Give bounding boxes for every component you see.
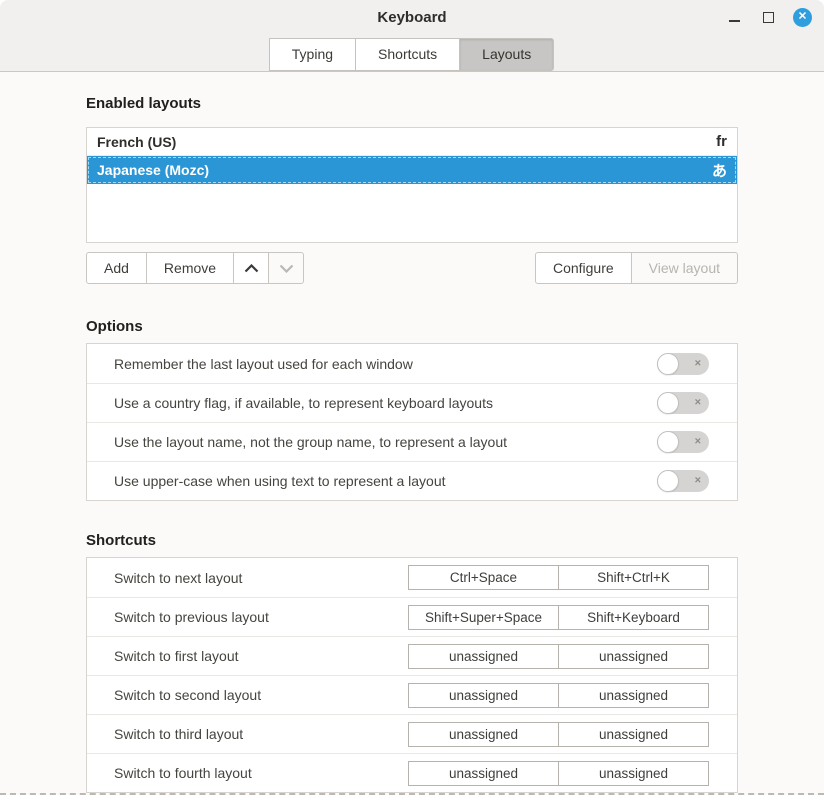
move-down-button[interactable]: [268, 252, 304, 284]
shortcut-label: Switch to previous layout: [114, 609, 269, 625]
option-row: Use the layout name, not the group name,…: [87, 422, 737, 461]
options-list: Remember the last layout used for each w…: [86, 343, 738, 501]
keyboard-settings-window: Keyboard ✕ Typing Shortc: [0, 0, 824, 803]
keybinding-cell-1[interactable]: unassigned: [408, 761, 559, 786]
shortcut-label: Switch to fourth layout: [114, 765, 252, 781]
keybinding-group: unassigned unassigned: [408, 761, 709, 786]
keybinding-group: unassigned unassigned: [408, 722, 709, 747]
option-label: Use the layout name, not the group name,…: [114, 434, 507, 450]
shortcut-label: Switch to third layout: [114, 726, 243, 742]
toggle-switch-off[interactable]: ×: [657, 392, 709, 414]
tab[interactable]: Typing: [269, 38, 356, 71]
toggle-knob: [657, 431, 679, 453]
chevron-up-icon: [244, 264, 259, 273]
keybinding-group: Ctrl+Space Shift+Ctrl+K: [408, 565, 709, 590]
tab-label: Typing: [292, 46, 333, 62]
shortcut-row: Switch to first layout unassigned unassi…: [87, 636, 737, 675]
shortcuts-heading: Shortcuts: [86, 501, 738, 551]
layout-indicator-glyph: あ: [712, 160, 727, 181]
maximize-icon: [763, 12, 774, 23]
shortcut-label: Switch to next layout: [114, 570, 242, 586]
keybinding-cell-2[interactable]: unassigned: [558, 761, 709, 786]
shortcuts-list: Switch to next layout Ctrl+Space Shift+C…: [86, 557, 738, 793]
layout-indicator-glyph: fr: [716, 133, 727, 150]
keybinding-cell-1[interactable]: unassigned: [408, 644, 559, 669]
chevron-down-icon: [279, 264, 294, 273]
tab[interactable]: Layouts: [459, 38, 554, 71]
keybinding-cell-2[interactable]: Shift+Ctrl+K: [558, 565, 709, 590]
options-heading: Options: [86, 284, 738, 337]
configure-button[interactable]: Configure: [535, 252, 632, 284]
keybinding-cell-2[interactable]: unassigned: [558, 722, 709, 747]
option-row: Use a country flag, if available, to rep…: [87, 383, 737, 422]
tab-bar: Typing Shortcuts Layouts: [0, 38, 824, 71]
window-header: Keyboard ✕ Typing Shortc: [0, 0, 824, 72]
toggle-off-icon: ×: [695, 475, 701, 486]
shortcut-row: Switch to fourth layout unassigned unass…: [87, 753, 737, 792]
shortcut-label: Switch to second layout: [114, 687, 261, 703]
layout-name: French (US): [97, 134, 176, 150]
toggle-off-icon: ×: [695, 358, 701, 369]
enabled-layouts-heading: Enabled layouts: [86, 72, 738, 114]
window-controls: ✕: [725, 0, 812, 34]
tab-label: Shortcuts: [378, 46, 437, 62]
add-layout-button[interactable]: Add: [86, 252, 147, 284]
close-button[interactable]: ✕: [793, 8, 812, 27]
keybinding-cell-2[interactable]: Shift+Keyboard: [558, 605, 709, 630]
move-up-button[interactable]: [233, 252, 269, 284]
list-edit-button-group: Add Remove: [86, 252, 304, 284]
toggle-off-icon: ×: [695, 397, 701, 408]
toggle-knob: [657, 470, 679, 492]
shortcut-row: Switch to third layout unassigned unassi…: [87, 714, 737, 753]
option-row: Use upper-case when using text to repres…: [87, 461, 737, 500]
layout-list-item[interactable]: French (US) fr: [87, 128, 737, 156]
shortcut-row: Switch to second layout unassigned unass…: [87, 675, 737, 714]
layout-tools-button-group: Configure View layout: [535, 252, 738, 284]
view-layout-button[interactable]: View layout: [631, 252, 738, 284]
titlebar: Keyboard ✕: [0, 0, 824, 34]
tab[interactable]: Shortcuts: [355, 38, 460, 71]
keybinding-cell-2[interactable]: unassigned: [558, 644, 709, 669]
keybinding-group: unassigned unassigned: [408, 683, 709, 708]
toggle-switch-off[interactable]: ×: [657, 353, 709, 375]
layout-actions-bar: Add Remove Configure View layout: [86, 252, 738, 284]
toggle-switch-off[interactable]: ×: [657, 431, 709, 453]
tab-label: Layouts: [482, 46, 531, 62]
remove-layout-button[interactable]: Remove: [146, 252, 234, 284]
window-title: Keyboard: [0, 9, 824, 26]
enabled-layouts-list: French (US) fr Japanese (Mozc) あ: [86, 127, 738, 243]
keybinding-cell-1[interactable]: Ctrl+Space: [408, 565, 559, 590]
toggle-knob: [657, 353, 679, 375]
layout-list-item[interactable]: Japanese (Mozc) あ: [87, 156, 737, 184]
option-row: Remember the last layout used for each w…: [87, 344, 737, 383]
toggle-off-icon: ×: [695, 436, 701, 447]
option-label: Use a country flag, if available, to rep…: [114, 395, 493, 411]
keybinding-group: Shift+Super+Space Shift+Keyboard: [408, 605, 709, 630]
layout-name: Japanese (Mozc): [97, 162, 209, 178]
keybinding-cell-1[interactable]: unassigned: [408, 683, 559, 708]
minimize-icon: [729, 20, 740, 22]
maximize-button[interactable]: [759, 8, 777, 26]
shortcut-row: Switch to next layout Ctrl+Space Shift+C…: [87, 558, 737, 597]
option-label: Use upper-case when using text to repres…: [114, 473, 446, 489]
keybinding-group: unassigned unassigned: [408, 644, 709, 669]
toggle-switch-off[interactable]: ×: [657, 470, 709, 492]
keybinding-cell-1[interactable]: unassigned: [408, 722, 559, 747]
option-label: Remember the last layout used for each w…: [114, 356, 413, 372]
close-icon: ✕: [798, 11, 807, 22]
layouts-page: Enabled layouts French (US) fr Japanese …: [0, 72, 824, 795]
keybinding-cell-2[interactable]: unassigned: [558, 683, 709, 708]
shortcut-label: Switch to first layout: [114, 648, 239, 664]
minimize-button[interactable]: [725, 8, 743, 26]
shortcut-row: Switch to previous layout Shift+Super+Sp…: [87, 597, 737, 636]
toggle-knob: [657, 392, 679, 414]
keybinding-cell-1[interactable]: Shift+Super+Space: [408, 605, 559, 630]
